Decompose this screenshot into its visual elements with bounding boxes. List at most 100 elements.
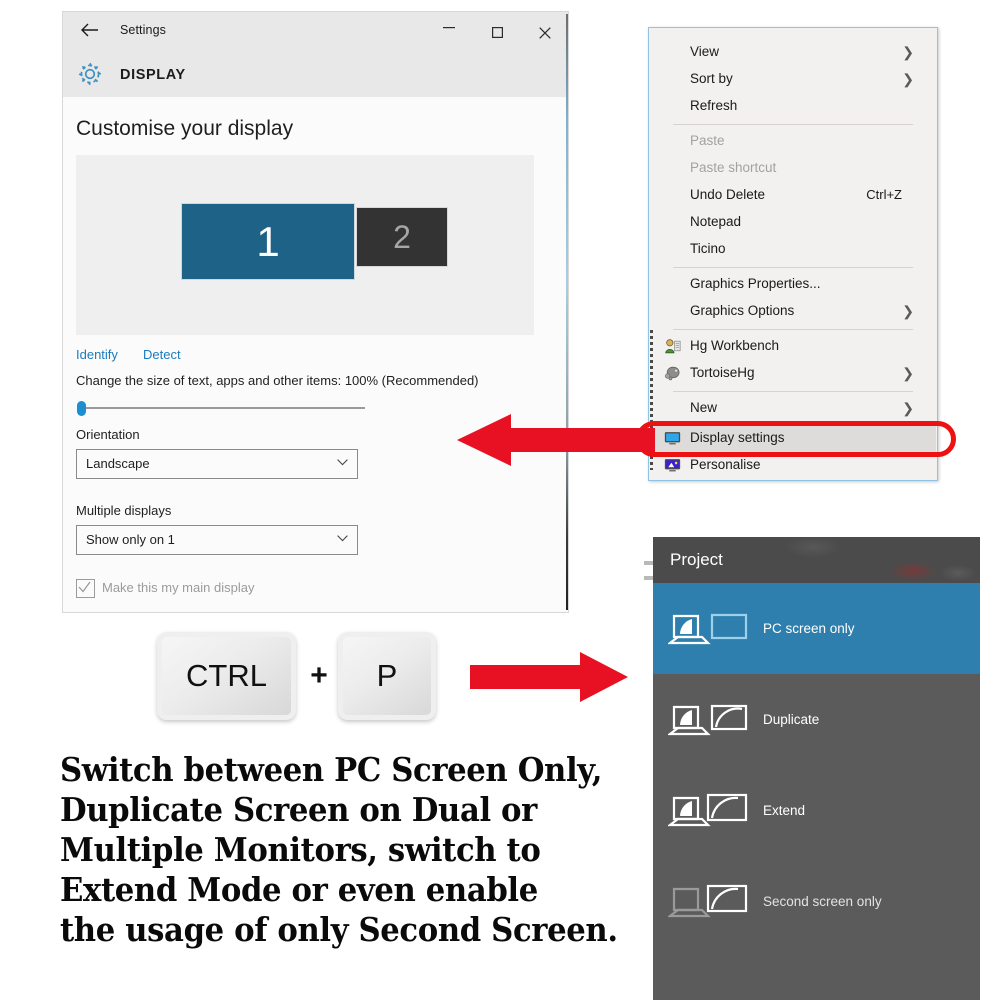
window-title: Settings [120,23,166,37]
menu-item-label: New [690,400,718,415]
multiple-displays-value: Show only on 1 [86,532,175,547]
menu-item-sort-by[interactable]: Sort by ❯ [650,66,936,93]
desktop-context-menu: View ❯ Sort by ❯ Refresh Paste Paste sho… [648,27,938,481]
tortoisehg-icon [665,366,680,381]
menu-item-hg-workbench[interactable]: Hg Workbench [650,333,936,360]
menu-item-label: Refresh [690,98,738,113]
project-option-duplicate[interactable]: Duplicate [653,674,980,765]
extend-icon [668,793,748,827]
key-p-label: P [376,658,398,693]
menu-item-label: Ticino [690,241,726,256]
scale-slider[interactable] [77,401,365,416]
menu-item-label: Hg Workbench [690,338,780,353]
menu-item-label: Graphics Options [690,303,795,318]
caption-text: Switch between PC Screen Only, Duplicate… [60,750,618,950]
submenu-chevron-icon: ❯ [902,303,914,319]
menu-item-label: Undo Delete [690,187,766,202]
scale-label: Change the size of text, apps and other … [76,373,479,388]
settings-titlebar: Settings [63,12,568,50]
project-option-second-screen-only[interactable]: Second screen only [653,856,980,947]
monitor-2-number: 2 [393,218,411,255]
pc-screen-only-icon [668,613,748,645]
detect-link[interactable]: Detect [143,347,181,362]
menu-separator [673,267,913,268]
settings-window: Settings DISPLAY Customise your display … [63,12,568,612]
menu-item-ticino[interactable]: Ticino [650,236,936,263]
menu-item-new[interactable]: New ❯ [650,395,936,422]
display-settings-red-highlight [636,421,956,457]
menu-item-notepad[interactable]: Notepad [650,209,936,236]
project-panel-title: Project [670,550,723,569]
menu-item-tortoisehg[interactable]: TortoiseHg ❯ [650,360,936,387]
menu-item-label: Paste shortcut [690,160,777,175]
hg-workbench-icon [665,339,681,354]
submenu-chevron-icon: ❯ [902,400,914,416]
menu-item-paste: Paste [650,128,936,155]
close-icon[interactable] [528,20,562,44]
monitor-tile-1[interactable]: 1 [181,203,355,280]
orientation-value: Landscape [86,456,150,471]
project-panel-header: Project [653,537,980,583]
menu-item-label: Personalise [690,457,761,472]
display-section-label: DISPLAY [120,67,186,83]
caption-line-3: Multiple Monitors, switch to [60,830,541,869]
minimize-icon[interactable] [432,20,466,44]
arrow-right-icon [470,652,628,702]
identify-link[interactable]: Identify [76,347,118,362]
slider-thumb[interactable] [77,401,86,416]
back-arrow-glyph [81,23,98,37]
menu-item-label: View [690,44,720,59]
project-option-label: Duplicate [763,712,820,727]
menu-item-view[interactable]: View ❯ [650,39,936,66]
menu-item-label: TortoiseHg [690,365,755,380]
submenu-chevron-icon: ❯ [902,365,914,381]
menu-item-refresh[interactable]: Refresh [650,93,936,120]
key-p[interactable]: P [338,632,436,720]
menu-item-label: Graphics Properties... [690,276,821,291]
page-title: Customise your display [76,117,294,140]
key-ctrl[interactable]: CTRL [157,632,296,720]
menu-separator [673,329,913,330]
main-display-checkbox[interactable] [76,579,95,598]
project-option-extend[interactable]: Extend [653,765,980,856]
menu-item-accelerator: Ctrl+Z [866,187,902,202]
menu-item-label: Sort by [690,71,733,86]
monitor-1-number: 1 [256,217,280,265]
caption-line-2: Duplicate Screen on Dual or [60,790,537,829]
multiple-displays-select[interactable]: Show only on 1 [76,525,358,555]
caption-line-1: Switch between PC Screen Only, [60,750,603,789]
orientation-label: Orientation [76,427,140,442]
project-option-pc-screen-only[interactable]: PC screen only [653,583,980,674]
multiple-displays-label: Multiple displays [76,503,172,518]
close-glyph [539,27,551,39]
project-option-label: PC screen only [763,621,855,636]
menu-item-paste-shortcut: Paste shortcut [650,155,936,182]
menu-item-label: Paste [690,133,725,148]
monitor-arrangement-stage: 1 2 [76,155,534,335]
minimize-glyph [443,27,455,29]
project-panel: Project PC screen only Duplicate Extend … [653,537,980,1000]
settings-body: Customise your display 1 2 Identify Dete… [63,97,568,612]
maximize-icon[interactable] [480,20,514,44]
back-arrow-icon[interactable] [79,22,101,42]
second-screen-only-icon [668,884,748,918]
menu-item-label: Notepad [690,214,742,229]
settings-window-scrollbar[interactable] [566,14,568,610]
submenu-chevron-icon: ❯ [902,44,914,60]
monitor-tile-2[interactable]: 2 [356,207,448,267]
project-option-label: Second screen only [763,894,882,909]
chevron-down-icon [337,459,348,466]
submenu-chevron-icon: ❯ [902,71,914,87]
arrow-left-icon [457,414,655,466]
checkmark-icon [78,581,91,593]
menu-item-graphics-properties[interactable]: Graphics Properties... [650,271,936,298]
project-option-label: Extend [763,803,806,818]
key-ctrl-label: CTRL [186,658,267,693]
screenshot-canvas: Settings DISPLAY Customise your display … [0,0,1000,1000]
chevron-down-icon [337,535,348,542]
orientation-select[interactable]: Landscape [76,449,358,479]
slider-track [85,407,365,409]
menu-item-graphics-options[interactable]: Graphics Options ❯ [650,298,936,325]
maximize-glyph [491,27,503,38]
menu-item-undo-delete[interactable]: Undo Delete Ctrl+Z [650,182,936,209]
